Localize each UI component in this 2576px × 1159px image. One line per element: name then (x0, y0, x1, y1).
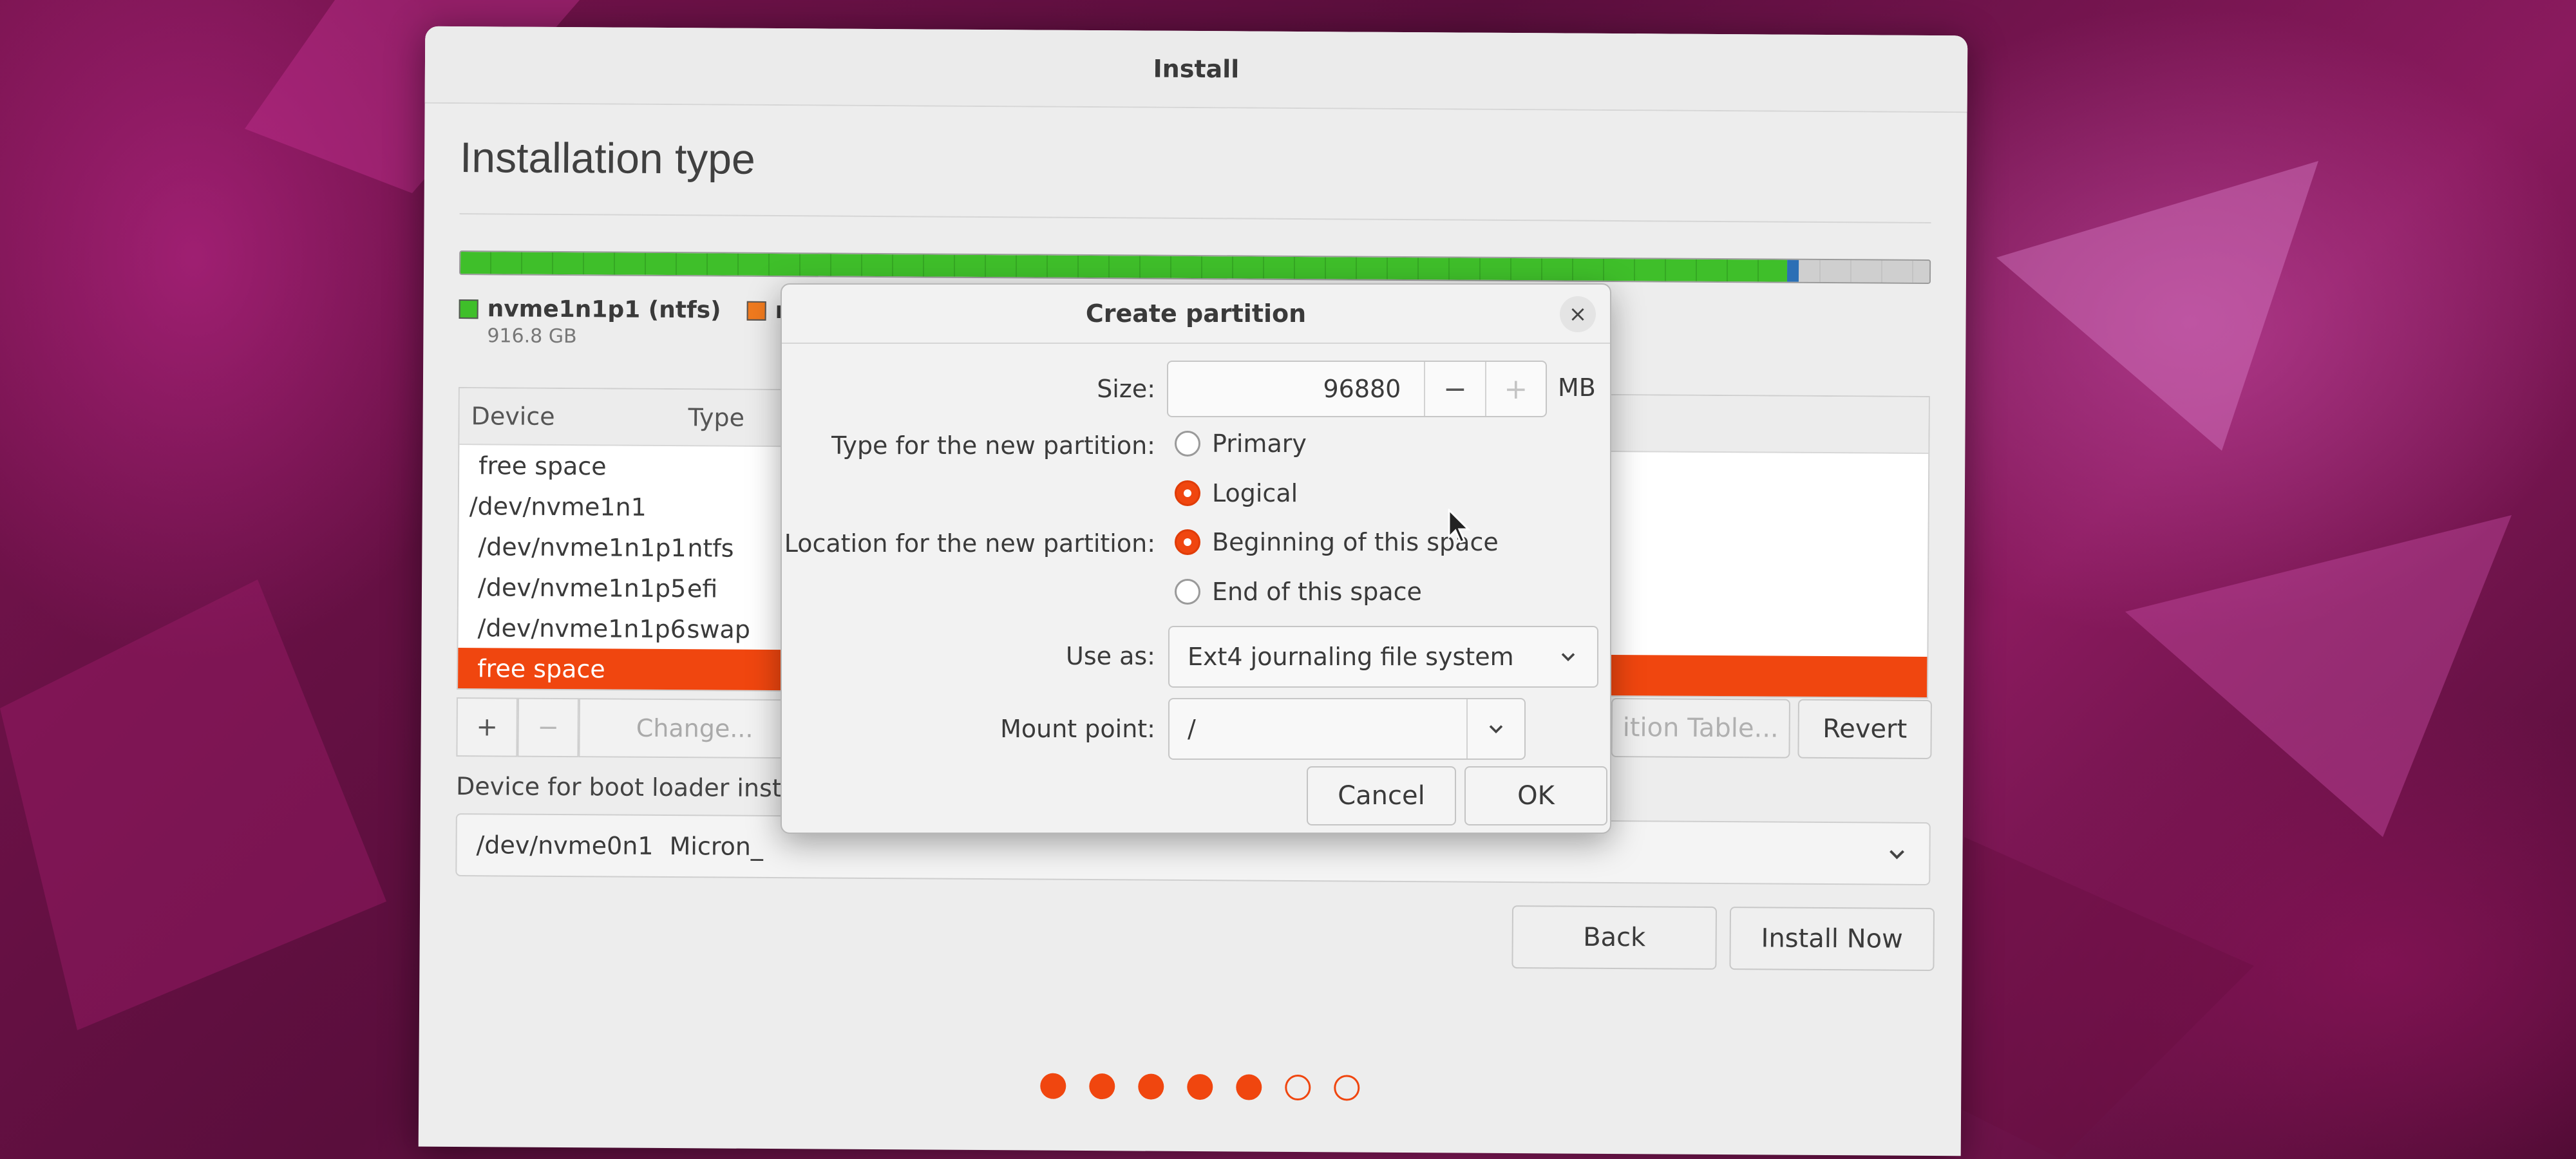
use-as-select[interactable]: Ext4 journaling file system (1168, 626, 1598, 688)
size-unit: MB (1558, 373, 1596, 402)
chevron-down-icon (1889, 850, 1904, 860)
cell-device: /dev/nvme1n1p5 (477, 572, 687, 603)
radio-label: End of this space (1212, 578, 1422, 606)
mount-point-input[interactable]: / (1170, 715, 1466, 743)
radio-logical[interactable]: Logical (1175, 479, 1298, 507)
divider (459, 213, 1931, 223)
efi-segment (1786, 259, 1799, 282)
chevron-down-icon[interactable] (1466, 699, 1524, 759)
radio-primary[interactable]: Primary (1175, 429, 1307, 458)
legend-size: 916.8 GB (487, 325, 577, 348)
progress-dot (1089, 1073, 1115, 1100)
use-as-label: Use as: (1066, 642, 1155, 670)
new-partition-table-button[interactable]: ition Table... (1611, 697, 1790, 759)
ok-button[interactable]: OK (1464, 766, 1607, 825)
size-label: Size: (1097, 375, 1155, 403)
chevron-down-icon (1539, 627, 1597, 686)
size-decrement-button[interactable]: − (1424, 362, 1484, 416)
column-device[interactable]: Device (460, 402, 688, 431)
install-now-button[interactable]: Install Now (1729, 907, 1935, 972)
radio-button[interactable] (1175, 529, 1200, 555)
cell-device: free space (478, 451, 607, 480)
legend-item-ntfs: nvme1n1p1 (ntfs) 916.8 GB (459, 296, 721, 348)
legend-swatch (746, 301, 766, 321)
radio-button[interactable] (1175, 579, 1200, 605)
window-title: Install (424, 26, 1968, 113)
radio-label: Primary (1212, 429, 1307, 458)
cell-device: /dev/nvme1n1 (469, 491, 647, 522)
create-partition-dialog: Create partition × Size: 96880 − + MB Ty… (781, 283, 1611, 834)
radio-button[interactable] (1175, 431, 1200, 457)
cancel-button[interactable]: Cancel (1307, 766, 1456, 825)
back-button[interactable]: Back (1511, 905, 1718, 970)
mouse-pointer-icon (1448, 509, 1471, 543)
cell-device: /dev/nvme1n1p1 (478, 532, 687, 562)
dialog-title: Create partition (782, 285, 1610, 344)
page-title: Installation type (459, 133, 755, 183)
cell-device: free space (477, 654, 605, 683)
progress-dot (1334, 1075, 1360, 1101)
legend-swatch (459, 299, 478, 319)
boot-loader-label: Device for boot loader inst (455, 772, 782, 803)
progress-dot (1236, 1074, 1262, 1100)
size-spinbox[interactable]: 96880 − + (1167, 361, 1547, 417)
ntfs-segment (460, 252, 1788, 282)
type-label: Type for the new partition: (831, 431, 1155, 460)
size-increment-button[interactable]: + (1484, 362, 1546, 416)
boot-device-model: Micron_ (669, 832, 764, 861)
legend-label: nvme1n1p1 (ntfs) (487, 296, 721, 324)
mount-point-combo[interactable]: / (1168, 698, 1526, 760)
change-partition-button[interactable]: Change... (578, 698, 811, 759)
use-as-value: Ext4 journaling file system (1188, 643, 1514, 671)
radio-end[interactable]: End of this space (1175, 578, 1422, 606)
location-label: Location for the new partition: (784, 529, 1155, 558)
progress-dots (1040, 1073, 1360, 1101)
progress-dot (1138, 1073, 1164, 1100)
boot-device: /dev/nvme0n1 (476, 831, 654, 860)
remove-partition-button[interactable]: − (517, 697, 579, 758)
revert-button[interactable]: Revert (1797, 699, 1932, 760)
disk-usage-bar (459, 250, 1931, 284)
size-input[interactable]: 96880 (1168, 362, 1424, 416)
radio-label: Logical (1212, 479, 1298, 507)
close-icon[interactable]: × (1560, 296, 1596, 332)
partition-legend: nvme1n1p1 (ntfs) 916.8 GB r (459, 296, 786, 349)
add-partition-button[interactable]: + (456, 697, 518, 757)
radio-button[interactable] (1175, 480, 1200, 506)
mount-label: Mount point: (1000, 715, 1155, 743)
progress-dot (1285, 1074, 1311, 1101)
progress-dot (1187, 1073, 1213, 1100)
progress-dot (1040, 1073, 1066, 1099)
cell-device: /dev/nvme1n1p6 (477, 613, 687, 643)
partition-toolbar: + − Change... (456, 697, 811, 759)
